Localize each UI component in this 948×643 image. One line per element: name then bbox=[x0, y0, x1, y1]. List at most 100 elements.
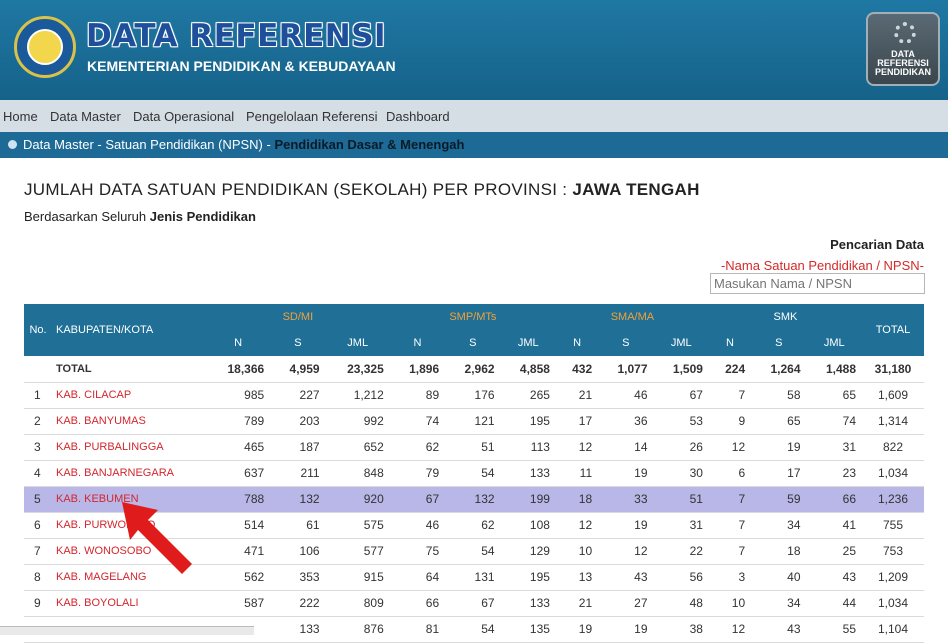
ministry-logo bbox=[14, 16, 76, 78]
menu-pengelolaan-referensi[interactable]: Pengelolaan Referensi bbox=[246, 109, 378, 124]
cell-value: 227 bbox=[270, 382, 326, 409]
table-row: 1 KAB. CILACAP 985 227 1,212 89 176 265 21 46 67 7 5… bbox=[24, 382, 924, 409]
cell-value: 51 bbox=[653, 486, 709, 513]
region-link[interactable]: KAB. PURBALINGGA bbox=[52, 434, 206, 461]
row-number: 1 bbox=[24, 382, 52, 409]
cell-value: 10 bbox=[708, 590, 752, 617]
school-count-table: No. KABUPATEN/KOTA SD/MI SMP/MTs SMA/MA … bbox=[24, 304, 924, 643]
browser-status-bar bbox=[0, 626, 254, 635]
cell-value: 195 bbox=[500, 408, 556, 435]
cell-value: 187 bbox=[270, 434, 326, 461]
table-row: TOTAL 18,366 4,959 23,325 1,896 2,962 4,858 432… bbox=[24, 356, 924, 383]
cell-value: 38 bbox=[653, 616, 709, 643]
col-total-header: TOTAL bbox=[862, 304, 924, 356]
cell-value: 876 bbox=[325, 616, 390, 643]
cell-value: 18,366 bbox=[206, 356, 271, 383]
region-link[interactable]: KAB. CILACAP bbox=[52, 382, 206, 409]
col-name-header: KABUPATEN/KOTA bbox=[52, 304, 206, 356]
breadcrumb-path[interactable]: Data Master - Satuan Pendidikan (NPSN) - bbox=[23, 137, 274, 152]
cell-value: 131 bbox=[445, 564, 501, 591]
cell-value: 7 bbox=[708, 486, 752, 513]
row-total-value: 755 bbox=[862, 512, 924, 539]
cell-value: 66 bbox=[806, 486, 862, 513]
cell-value: 54 bbox=[445, 460, 501, 487]
cell-value: 30 bbox=[653, 460, 709, 487]
sub-n: N bbox=[708, 330, 752, 356]
row-number: 7 bbox=[24, 538, 52, 565]
cell-value: 55 bbox=[806, 616, 862, 643]
cell-value: 65 bbox=[806, 382, 862, 409]
cell-value: 12 bbox=[555, 434, 599, 461]
row-total-value: 1,034 bbox=[862, 590, 924, 617]
cell-value: 1,212 bbox=[325, 382, 390, 409]
cell-value: 211 bbox=[270, 460, 326, 487]
group-sd-header: SD/MI bbox=[206, 304, 390, 330]
cell-value: 789 bbox=[206, 408, 271, 435]
table-row: 2 KAB. BANYUMAS 789 203 992 74 121 195 17 36 53 9 65… bbox=[24, 408, 924, 435]
search-input[interactable] bbox=[710, 273, 925, 294]
cell-value: 133 bbox=[500, 590, 556, 617]
row-number: 8 bbox=[24, 564, 52, 591]
cell-value: 13 bbox=[555, 564, 599, 591]
cell-value: 132 bbox=[270, 486, 326, 513]
region-link[interactable]: KAB. BANJARNEGARA bbox=[52, 460, 206, 487]
cell-value: 12 bbox=[598, 538, 654, 565]
cell-value: 43 bbox=[806, 564, 862, 591]
cell-value: 26 bbox=[653, 434, 709, 461]
cell-value: 1,077 bbox=[598, 356, 654, 383]
row-number: 2 bbox=[24, 408, 52, 435]
cell-value: 64 bbox=[389, 564, 446, 591]
row-number bbox=[24, 356, 52, 383]
cell-value: 113 bbox=[500, 434, 556, 461]
cell-value: 3 bbox=[708, 564, 752, 591]
cell-value: 62 bbox=[445, 512, 501, 539]
menu-data-master[interactable]: Data Master bbox=[50, 109, 121, 124]
region-link[interactable]: KAB. BANYUMAS bbox=[52, 408, 206, 435]
cell-value: 222 bbox=[270, 590, 326, 617]
cell-value: 4,959 bbox=[270, 356, 326, 383]
cell-value: 788 bbox=[206, 486, 271, 513]
menu-data-operasional[interactable]: Data Operasional bbox=[133, 109, 234, 124]
page-subtitle-prefix: Berdasarkan Seluruh bbox=[24, 209, 150, 224]
cell-value: 637 bbox=[206, 460, 271, 487]
cell-value: 18 bbox=[751, 538, 807, 565]
cell-value: 67 bbox=[653, 382, 709, 409]
data-referensi-badge[interactable]: DATA REFERENSI PENDIDIKAN bbox=[866, 12, 940, 86]
page-subtitle: Berdasarkan Seluruh Jenis Pendidikan bbox=[24, 209, 256, 224]
cell-value: 40 bbox=[751, 564, 807, 591]
cell-value: 12 bbox=[708, 616, 752, 643]
cell-value: 79 bbox=[389, 460, 446, 487]
cell-value: 1,264 bbox=[751, 356, 807, 383]
cell-value: 562 bbox=[206, 564, 271, 591]
sub-s: S bbox=[270, 330, 326, 356]
cell-value: 7 bbox=[708, 382, 752, 409]
cell-value: 67 bbox=[389, 486, 446, 513]
cell-value: 54 bbox=[445, 616, 501, 643]
cell-value: 132 bbox=[445, 486, 501, 513]
cell-value: 195 bbox=[500, 564, 556, 591]
cell-value: 67 bbox=[445, 590, 501, 617]
cell-value: 12 bbox=[708, 434, 752, 461]
main-menu: Home Data Master Data Operasional Pengel… bbox=[0, 100, 948, 132]
cell-value: 471 bbox=[206, 538, 271, 565]
cell-value: 89 bbox=[389, 382, 446, 409]
cell-value: 353 bbox=[270, 564, 326, 591]
cell-value: 18 bbox=[555, 486, 599, 513]
app-header: DATA REFERENSI KEMENTERIAN PENDIDIKAN & … bbox=[0, 0, 948, 100]
cell-value: 19 bbox=[598, 460, 654, 487]
cell-value: 985 bbox=[206, 382, 271, 409]
sub-jml: JML bbox=[806, 330, 862, 356]
cell-value: 19 bbox=[751, 434, 807, 461]
region-link[interactable]: KAB. BOYOLALI bbox=[52, 590, 206, 617]
menu-dashboard[interactable]: Dashboard bbox=[386, 109, 450, 124]
cell-value: 587 bbox=[206, 590, 271, 617]
cell-value: 133 bbox=[270, 616, 326, 643]
cell-value: 34 bbox=[751, 512, 807, 539]
menu-home[interactable]: Home bbox=[3, 109, 38, 124]
cell-value: 33 bbox=[598, 486, 654, 513]
cell-value: 514 bbox=[206, 512, 271, 539]
cell-value: 176 bbox=[445, 382, 501, 409]
cell-value: 575 bbox=[325, 512, 390, 539]
breadcrumb-current: Pendidikan Dasar & Menengah bbox=[274, 137, 465, 152]
row-total-value: 31,180 bbox=[862, 356, 924, 383]
